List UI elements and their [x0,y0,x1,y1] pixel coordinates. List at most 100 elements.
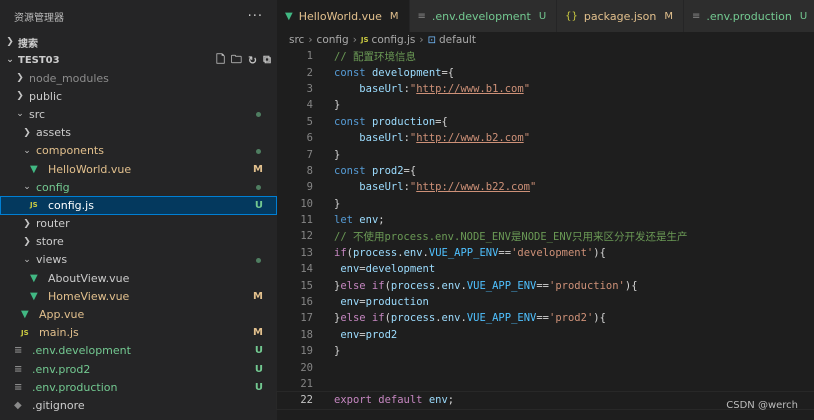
file-tree-label: AboutView.vue [48,271,130,285]
file-item[interactable]: ◆ .gitignore [0,396,277,414]
code-view[interactable]: 1// 配置环境信息 2 const development={3 baseUrl:… [276,48,814,410]
code-line: 4} [277,97,814,113]
project-section-header[interactable]: ⌄ TEST03 🗋 🗀 ↻ ⧉ [0,51,277,69]
code-line: 5 const production={ [277,114,814,130]
editor-tab[interactable]: ▼ HelloWorld.vue M [277,0,410,32]
code-token: } [334,345,341,358]
chevron-down-icon: ⌄ [23,145,31,156]
line-number: 21 [300,378,313,390]
code-token: } [334,99,341,112]
tab-label: .env.production [706,9,792,23]
new-folder-icon[interactable]: 🗀 [231,51,242,70]
file-tree-label: .env.prod2 [32,362,91,376]
chevron-right-icon: ❯ [23,218,31,229]
code-token: // 不使用process.env.NODE_ENV是NODE_ENV只用来区分… [334,230,688,243]
folder-item[interactable]: ⌄ components [0,142,277,160]
file-item[interactable]: JS main.js M [0,324,277,342]
file-item[interactable]: ≡ .env.production U [0,378,277,396]
line-number: 8 [306,164,313,177]
folder-item[interactable]: ❯ store [0,233,277,251]
file-tree-label: store [36,235,64,249]
breadcrumb-item[interactable]: config.js [372,34,416,46]
breadcrumb-item[interactable]: default [439,34,476,46]
code-token: http://www.b22.com [416,181,531,194]
folder-item[interactable]: ❯ node_modules [0,69,277,87]
modified-dot-icon [256,257,261,263]
new-file-icon[interactable]: 🗋 [216,51,225,70]
code-line: 13 if(process.env.VUE_APP_ENV=='developme… [277,245,814,261]
line-number: 3 [306,82,313,95]
file-item[interactable]: ▼ HelloWorld.vue M [0,160,277,178]
code-text: baseUrl:"http://www.b22.com" [313,181,536,193]
folder-item[interactable]: ⌄ config [0,178,277,196]
code-token: production [371,115,436,128]
line-number: 19 [300,345,313,358]
javascript-icon: JS [21,328,29,337]
refresh-icon[interactable]: ↻ [248,54,257,67]
project-name: TEST03 [18,54,60,66]
code-text: env=prod2 [313,329,397,341]
vue-icon: ▼ [21,309,29,321]
folder-item[interactable]: ❯ assets [0,124,277,142]
breadcrumb-separator-icon: › [308,34,313,46]
editor-area: ▼ HelloWorld.vue M ≡ .env.development U {} pack… [276,0,814,420]
folder-item[interactable]: ❯ public [0,87,277,105]
file-tree-label: main.js [39,326,79,340]
file-item[interactable]: ▼ App.vue [0,305,277,323]
chevron-down-icon: ⌄ [16,109,24,120]
git-status-badge: M [253,327,263,339]
file-tree-label: assets [36,126,72,140]
git-status-badge: U [254,381,263,393]
editor-tab[interactable]: ≡ .env.development U [409,0,558,32]
editor-tab[interactable]: ≡ .env.production U [683,0,814,32]
folder-item[interactable]: ❯ router [0,215,277,233]
file-item[interactable]: JS config.js U [0,196,277,215]
code-token: 'production' [549,279,625,292]
file-item[interactable]: ▼ AboutView.vue [0,269,277,287]
git-icon: ◆ [14,399,22,411]
breadcrumb-item[interactable]: src [289,34,304,46]
tab-status-badge: U [538,10,547,22]
editor-tab[interactable]: {} package.json M [557,0,684,32]
vue-icon: ▼ [30,290,38,302]
file-item[interactable]: ≡ .env.development U [0,342,277,360]
code-token: } [334,148,341,161]
file-tree-label: router [36,217,70,231]
folder-item[interactable]: ⌄ src [0,105,277,123]
javascript-icon: JS [30,201,38,210]
modified-dot-icon [256,112,261,118]
code-token: // 配置环境信息 [334,50,416,63]
line-number: 5 [306,115,313,128]
breadcrumb-item[interactable]: config [317,34,349,46]
vue-icon: ▼ [285,10,293,22]
file-item[interactable]: ▼ HomeView.vue M [0,287,277,305]
javascript-icon: JS [360,36,369,44]
code-token: ){ [624,279,638,292]
git-status-badge: U [254,363,263,375]
code-token: let [334,214,360,227]
code-token: const [334,66,372,79]
code-text: } [313,198,340,210]
code-text: baseUrl:"http://www.b1.com" [313,83,530,95]
folder-item[interactable]: ⌄ views [0,251,277,269]
collapse-all-icon[interactable]: ⧉ [263,53,271,67]
code-token: else if [340,279,385,292]
line-number: 2 [306,66,313,79]
code-line: 11 let env; [277,212,814,228]
code-token: http://www.b2.com [416,132,524,145]
code-token: const [334,115,372,128]
code-line: 21 [277,376,814,392]
search-section-header[interactable]: ❯ 搜索 [0,33,277,51]
more-actions-button[interactable]: ··· [248,9,263,24]
code-text: baseUrl:"http://www.b2.com" [313,132,530,144]
code-line: 10} [277,196,814,212]
file-item[interactable]: ≡ .env.prod2 U [0,360,277,378]
file-tree-label: node_modules [29,71,109,85]
code-token: ={ [403,164,417,177]
code-token: VUE_APP_ENV [466,279,537,292]
file-tree-label: components [36,144,104,158]
line-number: 18 [300,328,313,341]
line-number: 22 [300,394,313,407]
code-token: else if [340,312,385,325]
